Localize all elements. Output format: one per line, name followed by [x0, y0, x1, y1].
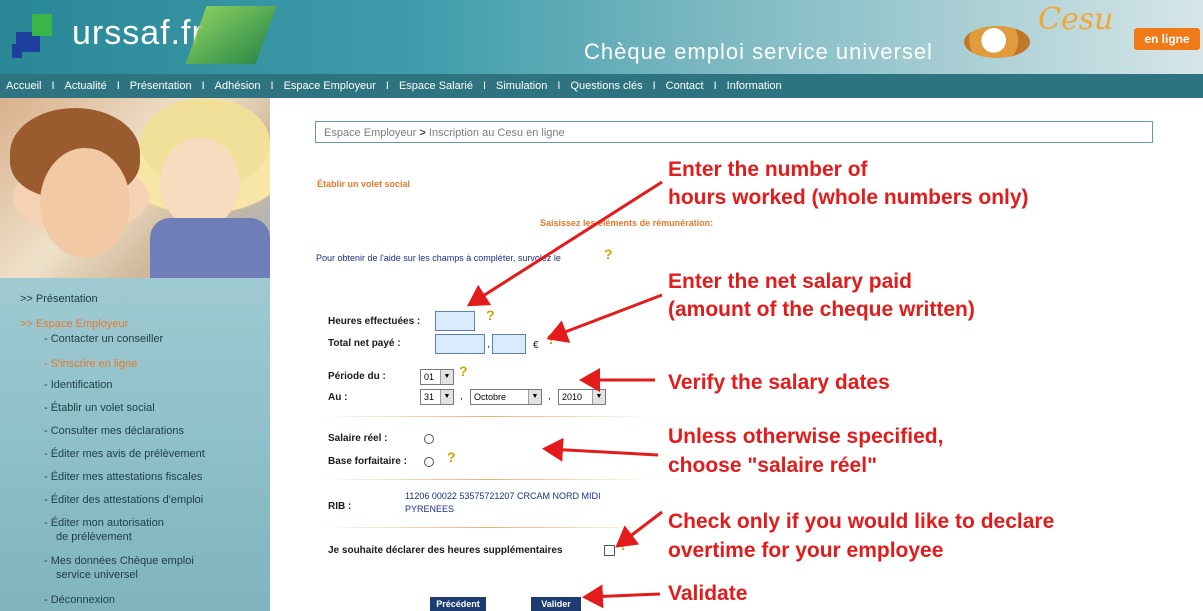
- annotation-salaire-line2: choose "salaire réel": [668, 454, 878, 477]
- annotation-hours-line2: hours worked (whole numbers only): [668, 186, 1029, 209]
- arrow-to-validate: [582, 584, 661, 609]
- annotation-dates: Verify the salary dates: [668, 371, 890, 394]
- arrow-to-salaire-reel: [542, 437, 659, 462]
- annotation-salary-line1: Enter the net salary paid: [668, 270, 912, 293]
- annotation-salaire-line1: Unless otherwise specified,: [668, 425, 944, 448]
- annotation-validate: Validate: [668, 582, 748, 605]
- annotation-salary-line2: (amount of the cheque written): [668, 298, 975, 321]
- annotation-overtime-line2: overtime for your employee: [668, 539, 944, 562]
- arrow-to-salary: [546, 293, 663, 343]
- arrow-to-overtime: [615, 510, 663, 548]
- annotation-overtime-line1: Check only if you would like to declare: [668, 510, 1055, 533]
- arrow-to-hours: [466, 180, 663, 307]
- annotation-hours-line1: Enter the number of: [668, 158, 868, 181]
